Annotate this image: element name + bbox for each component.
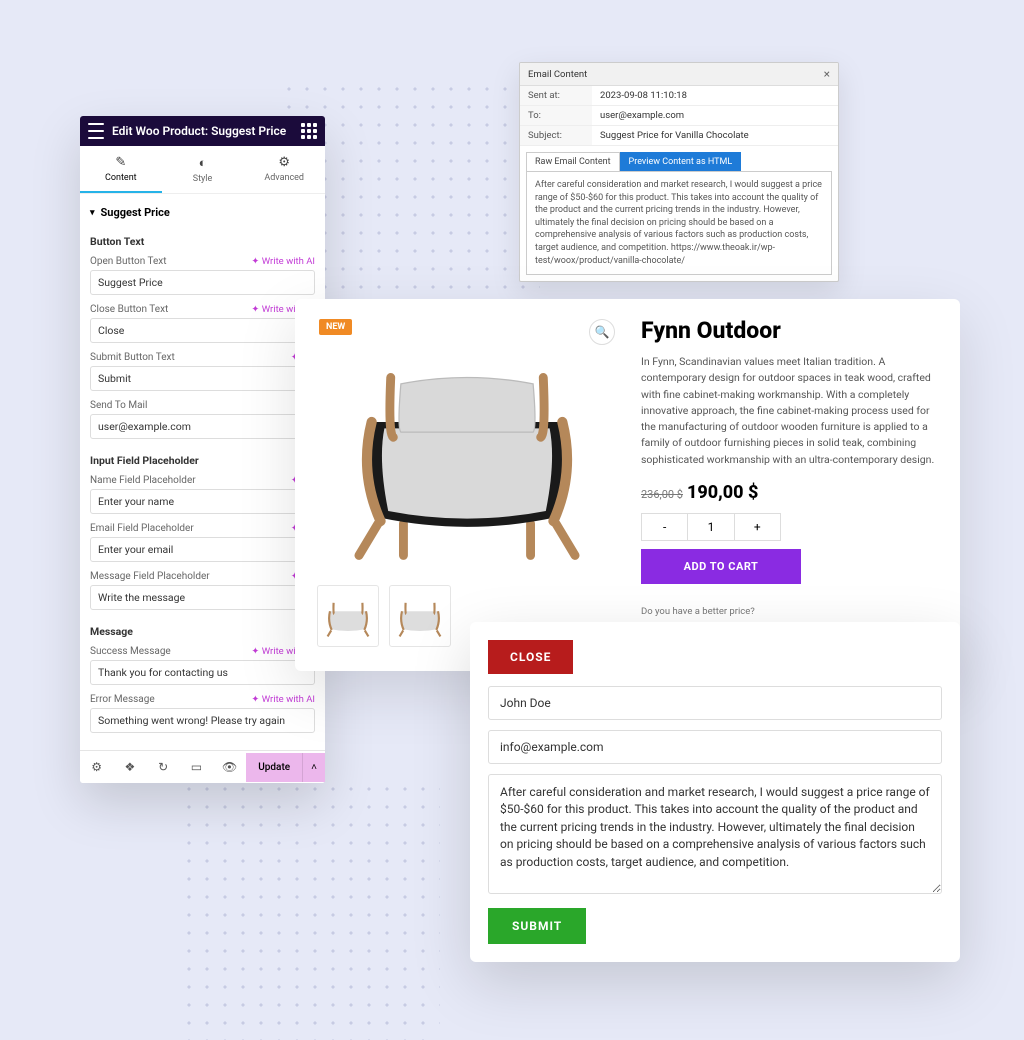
name-input[interactable] — [488, 686, 942, 720]
error-message-input[interactable] — [90, 708, 315, 733]
preview-icon[interactable]: 👁 — [213, 751, 246, 783]
panel-title: Edit Woo Product: Suggest Price — [112, 124, 293, 138]
field-label: Name Field Placeholder — [90, 475, 196, 486]
email-label: Sent at: — [520, 86, 592, 105]
field-label: Close Button Text — [90, 304, 168, 315]
update-menu-chevron[interactable]: ˄ — [302, 753, 325, 782]
email-input[interactable] — [488, 730, 942, 764]
layers-icon[interactable]: ❖ — [113, 751, 146, 783]
tab-style[interactable]: ◐ Style — [162, 146, 244, 193]
decoration-dots — [180, 780, 440, 1040]
panel-tabs: ✎ Content ◐ Style ⚙ Advanced — [80, 146, 325, 194]
update-button[interactable]: Update — [246, 753, 302, 782]
email-body-preview: After careful consideration and market r… — [526, 171, 832, 275]
tab-raw-email[interactable]: Raw Email Content — [526, 152, 620, 171]
email-placeholder-input[interactable] — [90, 537, 315, 562]
history-icon[interactable]: ↻ — [147, 751, 180, 783]
field-label: Open Button Text — [90, 256, 167, 267]
better-price-prompt: Do you have a better price? — [641, 606, 938, 617]
product-thumb[interactable] — [389, 585, 451, 647]
menu-icon[interactable] — [88, 123, 104, 139]
close-button-text-input[interactable] — [90, 318, 315, 343]
email-subject: Suggest Price for Vanilla Chocolate — [592, 126, 838, 145]
email-content-popup: Email Content × Sent at:2023-09-08 11:10… — [519, 62, 839, 282]
field-label: Submit Button Text — [90, 352, 175, 363]
product-image[interactable] — [317, 317, 617, 577]
tab-content[interactable]: ✎ Content — [80, 146, 162, 193]
email-label: Subject: — [520, 126, 592, 145]
tab-label: Content — [105, 173, 137, 183]
add-to-cart-button[interactable]: ADD TO CART — [641, 549, 801, 584]
responsive-icon[interactable]: ▭ — [180, 751, 213, 783]
field-label: Error Message — [90, 694, 155, 705]
close-button[interactable]: CLOSE — [488, 640, 573, 674]
quantity-stepper: - 1 + — [641, 513, 781, 541]
field-label: Email Field Placeholder — [90, 523, 194, 534]
suggest-price-form: CLOSE After careful consideration and ma… — [470, 622, 960, 962]
qty-plus[interactable]: + — [735, 514, 780, 540]
current-price: 190,00 $ — [687, 482, 758, 503]
field-label: Message Field Placeholder — [90, 571, 210, 582]
panel-body: Suggest Price Button Text Open Button Te… — [80, 194, 325, 750]
style-icon: ◐ — [162, 155, 244, 171]
product-gallery: NEW 🔍 — [317, 317, 617, 653]
tab-label: Advanced — [264, 173, 304, 183]
write-with-ai[interactable]: Write with AI — [251, 694, 315, 705]
panel-footer: ⚙ ❖ ↻ ▭ 👁 Update ˄ — [80, 750, 325, 783]
panel-header: Edit Woo Product: Suggest Price — [80, 116, 325, 146]
zoom-icon[interactable]: 🔍 — [589, 319, 615, 345]
message-textarea[interactable]: After careful consideration and market r… — [488, 774, 942, 894]
email-label: To: — [520, 106, 592, 125]
success-message-input[interactable] — [90, 660, 315, 685]
qty-value[interactable]: 1 — [687, 514, 734, 540]
apps-icon[interactable] — [301, 123, 317, 139]
group-input-placeholder: Input Field Placeholder — [90, 454, 315, 467]
product-thumb[interactable] — [317, 585, 379, 647]
product-title: Fynn Outdoor — [641, 317, 938, 344]
field-label: Success Message — [90, 646, 171, 657]
settings-icon[interactable]: ⚙ — [80, 751, 113, 783]
group-message: Message — [90, 625, 315, 638]
gear-icon: ⚙ — [243, 155, 325, 170]
product-price: 236,00 $ 190,00 $ — [641, 482, 938, 503]
open-button-text-input[interactable] — [90, 270, 315, 295]
message-placeholder-input[interactable] — [90, 585, 315, 610]
group-button-text: Button Text — [90, 235, 315, 248]
tab-preview-html[interactable]: Preview Content as HTML — [620, 152, 742, 171]
close-icon[interactable]: × — [824, 67, 830, 81]
email-popup-title: Email Content — [528, 69, 587, 80]
editor-panel: Edit Woo Product: Suggest Price ✎ Content… — [80, 116, 325, 783]
section-suggest-price[interactable]: Suggest Price — [90, 194, 315, 229]
email-to: user@example.com — [592, 106, 838, 125]
tab-label: Style — [193, 174, 213, 184]
field-label: Send To Mail — [90, 400, 147, 411]
email-sent-at: 2023-09-08 11:10:18 — [592, 86, 838, 105]
product-card: NEW 🔍 Fynn Outdoor In Fynn, Scandinavian… — [295, 299, 960, 671]
new-badge: NEW — [319, 319, 352, 335]
tab-advanced[interactable]: ⚙ Advanced — [243, 146, 325, 193]
name-placeholder-input[interactable] — [90, 489, 315, 514]
product-description: In Fynn, Scandinavian values meet Italia… — [641, 354, 938, 468]
pencil-icon: ✎ — [80, 155, 162, 170]
write-with-ai[interactable]: Write with AI — [251, 256, 315, 267]
submit-button[interactable]: SUBMIT — [488, 908, 586, 944]
send-to-mail-input[interactable] — [90, 414, 315, 439]
submit-button-text-input[interactable] — [90, 366, 315, 391]
qty-minus[interactable]: - — [642, 514, 687, 540]
old-price: 236,00 $ — [641, 488, 683, 501]
chair-illustration — [335, 333, 599, 562]
